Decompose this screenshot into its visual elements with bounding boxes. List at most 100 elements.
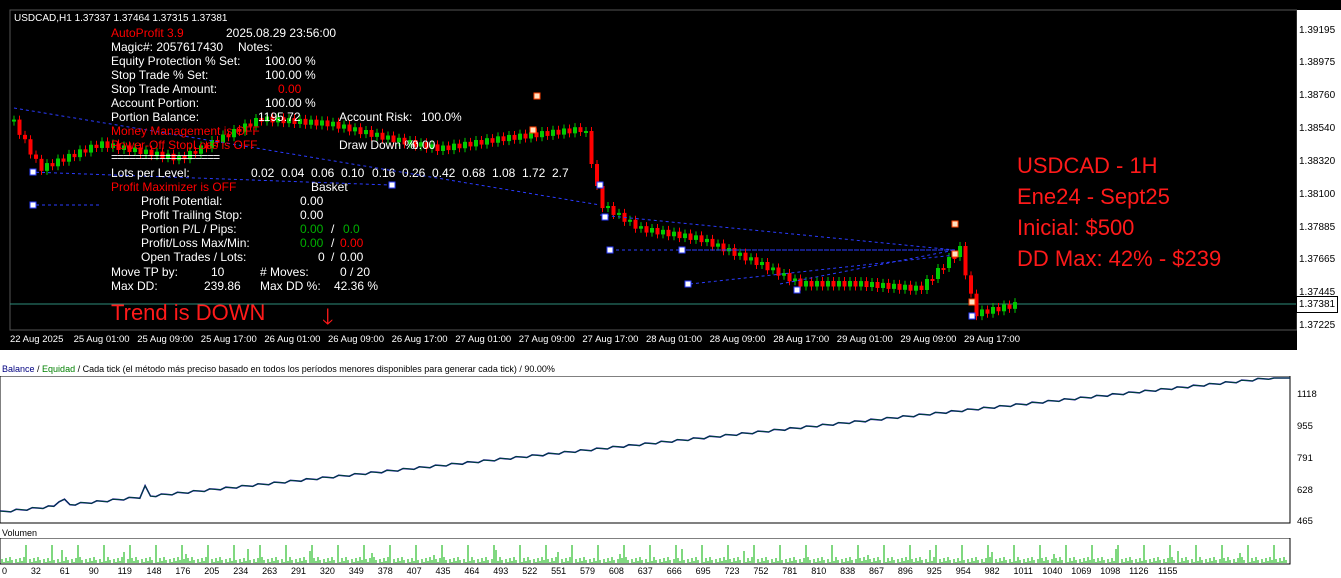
trade-marker <box>29 168 37 176</box>
lot-level: 0.68 <box>462 166 486 180</box>
candle-body <box>50 163 55 167</box>
candle-body <box>435 144 440 151</box>
candle-body <box>584 131 588 133</box>
lot-level: 2.7 <box>552 166 569 180</box>
candle-body <box>633 219 638 229</box>
candle-body <box>661 229 665 235</box>
candle-body <box>842 281 847 287</box>
price-tick-label: 1.38760 <box>1299 90 1336 101</box>
money-management-status: Money Management is OFF <box>111 124 260 138</box>
candle-body <box>908 284 913 291</box>
candle-body <box>342 124 346 129</box>
candle-body <box>958 246 962 257</box>
candle-body <box>468 141 473 147</box>
volume-tick-label: 637 <box>637 566 653 576</box>
trade-marker <box>684 280 692 288</box>
candle-body <box>611 206 616 215</box>
volume-tick-label: 1126 <box>1129 566 1149 576</box>
volume-tick-label: 291 <box>291 566 307 576</box>
candle-body <box>963 246 968 276</box>
volume-title: Volumen <box>2 528 38 538</box>
pl-max-value: 0.00 <box>300 236 324 250</box>
volume-tick-label: 176 <box>175 566 191 576</box>
candle-body <box>518 133 522 140</box>
candle-body <box>831 281 836 287</box>
volume-tick-label: 1098 <box>1100 566 1121 576</box>
trade-marker <box>968 298 976 306</box>
volume-tick-label: 723 <box>724 566 740 576</box>
pl-min-value: 0.00 <box>340 236 364 250</box>
candle-body <box>749 257 753 261</box>
note-line: USDCAD - 1H <box>1017 153 1158 178</box>
price-tick-label: 1.37885 <box>1299 222 1336 233</box>
trade-line <box>779 249 956 285</box>
candle-body <box>556 129 561 135</box>
stop-trade-amount-value: 0.00 <box>278 82 302 96</box>
time-tick-label: 25 Aug 09:00 <box>137 334 194 345</box>
price-tick-label: 1.38100 <box>1299 189 1336 200</box>
candle-body <box>61 158 66 162</box>
candle-body <box>688 233 693 240</box>
candle-body <box>859 281 863 287</box>
test-description: / Cada tick (el método más preciso basad… <box>75 364 555 374</box>
note-line: Inicial: $500 <box>1017 215 1135 240</box>
candle-body <box>105 141 110 148</box>
candle-body <box>996 307 1001 312</box>
candle-body <box>606 206 610 209</box>
candle-body <box>39 158 44 171</box>
candle-body <box>485 138 489 145</box>
time-tick-label: 28 Aug 01:00 <box>646 334 702 345</box>
candle-body <box>441 145 445 151</box>
time-tick-label: 29 Aug 01:00 <box>836 334 893 345</box>
magic-number: Magic#: 2057617430 <box>111 40 224 54</box>
candle-body <box>925 279 929 290</box>
candle-body <box>375 132 379 137</box>
balance-tick-label: 955 <box>1297 421 1313 432</box>
candle-body <box>303 118 308 125</box>
candle-body <box>512 134 517 140</box>
time-tick-label: 28 Aug 17:00 <box>773 334 830 345</box>
volume-tick-label: 61 <box>59 566 70 576</box>
candle-body <box>100 141 104 148</box>
trade-marker <box>968 312 976 320</box>
candle-body <box>12 119 16 122</box>
price-tick-label: 1.37665 <box>1299 254 1336 265</box>
volume-tick-label: 464 <box>464 566 480 576</box>
time-tick-label: 26 Aug 01:00 <box>264 334 321 345</box>
candle-body <box>743 252 748 261</box>
candle-body <box>309 119 313 125</box>
legend-separator: / <box>34 364 43 374</box>
note-line: DD Max: 42% - $239 <box>1017 246 1222 271</box>
moves-label: # Moves: <box>260 265 309 279</box>
candle-body <box>1007 304 1012 309</box>
portion-pl-label: Portion P/L / Pips: <box>141 222 237 236</box>
portion-pl-value: 0.00 <box>300 222 324 236</box>
candle-body <box>903 284 907 290</box>
candle-body <box>501 136 506 142</box>
price-tick-label: 1.38540 <box>1299 123 1336 134</box>
balance-graph[interactable] <box>0 376 1341 526</box>
lot-level: 0.04 <box>281 166 305 180</box>
max-dd-pct-value: 42.36 % <box>334 279 379 293</box>
candle-body <box>567 128 572 134</box>
volume-tick-label: 407 <box>406 566 422 576</box>
lot-level: 0.10 <box>341 166 365 180</box>
volume-tick-label: 234 <box>233 566 249 576</box>
volume-tick-label: 263 <box>262 566 278 576</box>
ea-name: AutoProfit 3.9 <box>111 26 184 40</box>
candle-body <box>1002 304 1006 312</box>
candle-body <box>804 281 808 287</box>
candle-body <box>364 130 368 135</box>
volume-tick-label: 666 <box>666 566 682 576</box>
volume-tick-label: 982 <box>984 566 1000 576</box>
volume-tick-label: 925 <box>926 566 942 576</box>
profit-maximizer-status: Profit Maximizer is OFF <box>111 180 237 194</box>
candle-body <box>853 281 858 287</box>
open-trades-label: Open Trades / Lots: <box>141 250 247 264</box>
portion-pips-value: 0.0 <box>343 222 360 236</box>
symbol-header: USDCAD,H1 1.37337 1.37464 1.37315 1.3738… <box>14 13 228 24</box>
candle-body <box>914 285 918 291</box>
candle-body <box>820 281 825 287</box>
moves-value: 0 / 20 <box>340 265 371 279</box>
volume-tick-label: 810 <box>811 566 827 576</box>
